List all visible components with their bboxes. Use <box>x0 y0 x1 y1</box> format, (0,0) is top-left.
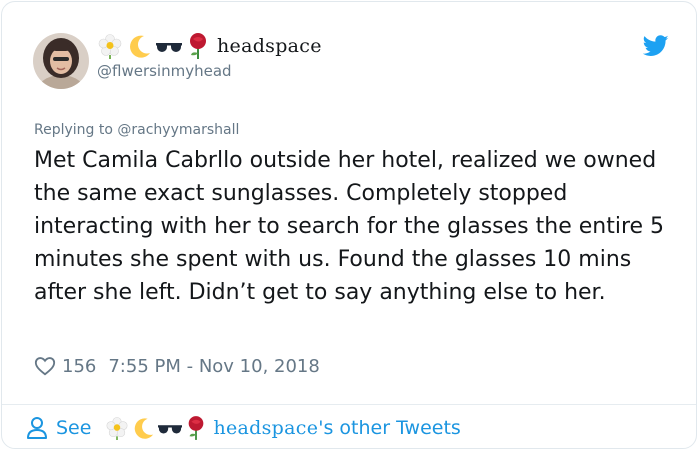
reply-context: Replying to @rachyymarshall <box>34 122 239 138</box>
rose-icon <box>186 32 210 60</box>
rose-icon <box>185 415 207 441</box>
tweet-card: headspace @flwersinmyhead Replying to @r… <box>1 1 697 449</box>
display-name[interactable]: headspace <box>217 35 322 57</box>
person-icon <box>27 417 47 439</box>
tweet-text: Met Camila Cabrllo outside her hotel, re… <box>34 148 665 305</box>
twitter-bird-icon[interactable] <box>643 35 669 57</box>
see-other-tweets-link[interactable]: See headspace 's other Tweets <box>26 412 461 444</box>
author-name-row[interactable]: headspace <box>97 30 322 62</box>
divider <box>2 404 696 405</box>
sunglasses-icon <box>157 416 183 440</box>
reply-prefix: Replying to <box>34 122 118 138</box>
footer-suffix: 's other Tweets <box>318 417 461 439</box>
blossom-icon <box>97 33 123 59</box>
see-label: See <box>56 417 92 439</box>
avatar[interactable] <box>33 33 89 89</box>
blossom-icon <box>105 416 129 440</box>
reply-mention-link[interactable]: @rachyymarshall <box>117 122 239 138</box>
tweet-meta: 156 7:55 PM - Nov 10, 2018 <box>34 352 320 380</box>
author-handle[interactable]: @flwersinmyhead <box>97 62 232 80</box>
crescent-moon-icon <box>126 33 152 59</box>
crescent-moon-icon <box>131 416 155 440</box>
like-count[interactable]: 156 <box>62 356 96 377</box>
tweet-timestamp[interactable]: 7:55 PM - Nov 10, 2018 <box>108 356 319 377</box>
heart-icon[interactable] <box>34 355 56 377</box>
sunglasses-icon <box>155 33 183 59</box>
footer-display-name: headspace <box>213 417 319 439</box>
